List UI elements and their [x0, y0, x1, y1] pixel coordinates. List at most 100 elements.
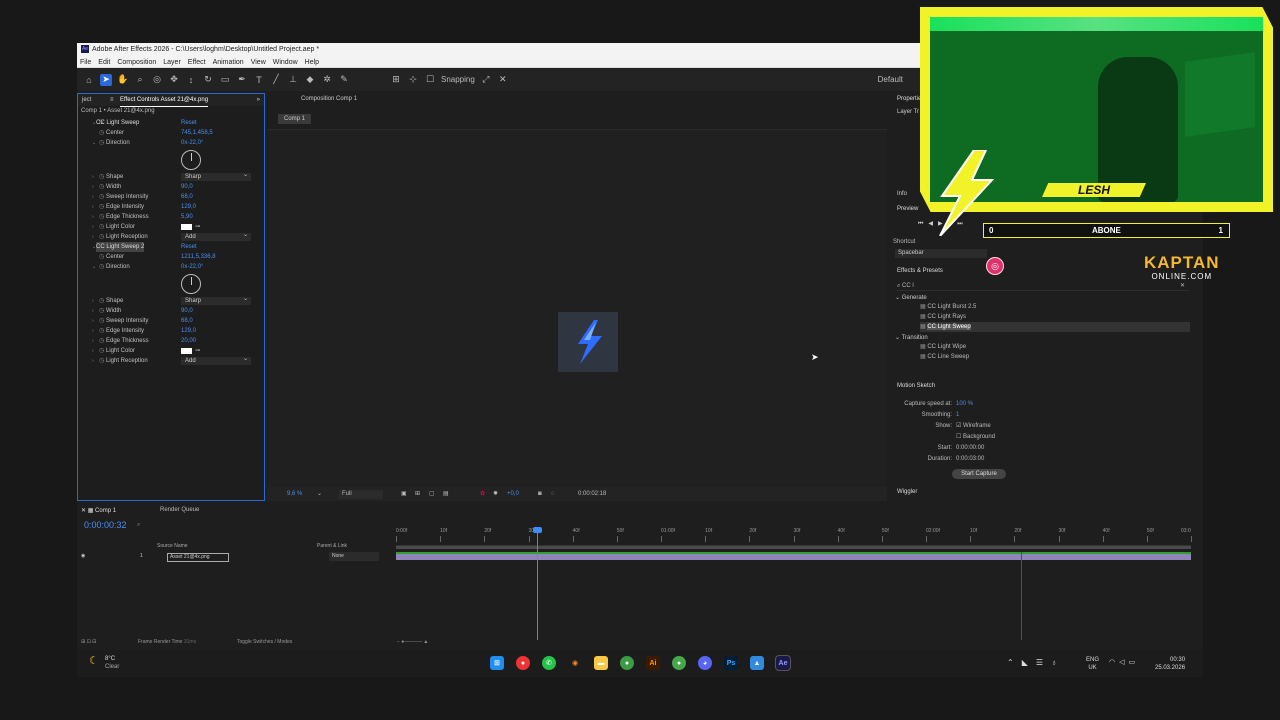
effect-header[interactable]: ⌄fxCC Light Sweep 2Reset [78, 242, 264, 252]
show-snapshot-icon[interactable]: ◌ [551, 487, 555, 501]
layer-duration-bar[interactable] [396, 552, 1191, 560]
puppet-pin-icon[interactable]: ✎ [338, 74, 350, 86]
windows-start-icon[interactable]: ⊞ [490, 656, 504, 670]
eraser-tool-icon[interactable]: ◆ [304, 74, 316, 86]
menu-animation[interactable]: Animation [213, 57, 244, 67]
param-value[interactable]: 90,0 [181, 306, 193, 316]
after-effects-icon[interactable]: Ae [775, 655, 791, 671]
eyedropper-icon[interactable]: ⊸ [195, 346, 200, 356]
first-frame-icon[interactable]: ⏮ [918, 221, 928, 227]
param-value[interactable]: 90,0 [181, 182, 193, 192]
menu-view[interactable]: View [251, 57, 266, 67]
effect-header[interactable]: ⌄ fx CC Light Sweep Reset [78, 118, 264, 128]
param-value[interactable]: 129,0 [181, 202, 196, 212]
clock[interactable]: 00:30 25.03.2026 [1155, 656, 1185, 672]
timeline-tab[interactable]: ✕ ▦ Comp 1 [81, 507, 116, 514]
roto-brush-icon[interactable]: ✲ [321, 74, 333, 86]
composition-viewer[interactable]: ➤ [267, 129, 887, 487]
stopwatch-icon[interactable]: ◷ [99, 192, 104, 202]
menu-effect[interactable]: Effect [188, 57, 206, 67]
param-value[interactable]: 68,0 [181, 316, 193, 326]
settings-icon[interactable]: ✹ [493, 487, 498, 501]
file-explorer-icon[interactable]: ▬ [594, 656, 608, 670]
tray-app-icon[interactable]: ◣ [1022, 658, 1036, 667]
param-value[interactable]: 1211,5,336,8 [181, 252, 216, 262]
comp-timecode[interactable]: 0:00:02:18 [578, 487, 606, 501]
paint-icon[interactable]: ▲ [750, 656, 764, 670]
snap-options-icon[interactable]: ✕ [497, 74, 509, 86]
chrome-profile-icon[interactable]: ● [620, 656, 634, 670]
stopwatch-icon[interactable]: ◷ [99, 182, 104, 192]
axis-icon[interactable]: ⊹ [407, 74, 419, 86]
zoom-dropdown-icon[interactable]: ⌄ [317, 487, 322, 501]
clone-stamp-icon[interactable]: ⊥ [287, 74, 299, 86]
effect-item-selected[interactable]: ▦ CC Light Sweep [920, 322, 1190, 332]
stopwatch-icon[interactable]: ◷ [99, 212, 104, 222]
col-source-name[interactable]: Source Name [157, 543, 188, 549]
resolution-dropdown[interactable]: Full [339, 490, 383, 499]
pan-tool-icon[interactable]: ✥ [168, 74, 180, 86]
param-dropdown[interactable]: Sharp [181, 171, 251, 181]
stopwatch-icon[interactable]: ◷ [99, 172, 104, 182]
zoom-level[interactable]: 9,6 % [287, 487, 302, 501]
menu-layer[interactable]: Layer [163, 57, 181, 67]
discord-icon[interactable]: ◕ [698, 656, 712, 670]
project-tab[interactable]: ject [82, 97, 91, 103]
whatsapp-icon[interactable]: ✆ [542, 656, 556, 670]
param-dropdown[interactable]: Sharp [181, 295, 251, 305]
align-icon[interactable]: ⊞ [390, 74, 402, 86]
menu-composition[interactable]: Composition [117, 57, 156, 67]
home-icon[interactable]: ⌂ [83, 74, 95, 86]
stopwatch-icon[interactable]: ◷ [99, 232, 104, 242]
param-value[interactable]: 745,1,458,5 [181, 128, 213, 138]
chrome-alt-icon[interactable]: ● [672, 656, 686, 670]
chrome-icon[interactable]: ● [516, 656, 530, 670]
param-value[interactable]: 129,0 [181, 326, 196, 336]
network-sound-icons[interactable]: ◠◁▭ [1109, 658, 1139, 666]
exposure-value[interactable]: +0,0 [507, 487, 519, 501]
effects-search[interactable]: ⌕ CC l ✕ [897, 281, 1189, 291]
reset-link[interactable]: Reset [181, 242, 197, 252]
category-transition[interactable]: ⌄ Transition [895, 334, 928, 341]
zoom-tool-icon[interactable]: ⌕ [134, 74, 146, 86]
wireframe-checkbox[interactable]: ☑ Wireframe [956, 421, 991, 432]
reset-link[interactable]: Reset [181, 118, 197, 128]
menu-file[interactable]: File [80, 57, 91, 67]
stopwatch-icon[interactable]: ◷ [99, 336, 104, 346]
blender-icon[interactable]: ◉ [568, 656, 582, 670]
effect-name[interactable]: CC Light Sweep [96, 118, 139, 128]
rectangle-tool-icon[interactable]: ▭ [219, 74, 231, 86]
toggle-switches-button[interactable]: Toggle Switches / Modes [237, 639, 292, 645]
expand-panels-icon[interactable]: » [257, 94, 260, 106]
microphone-icon[interactable]: ♁ [1051, 658, 1065, 667]
clear-search-icon[interactable]: ✕ [1180, 281, 1185, 291]
col-parent-link[interactable]: Parent & Link [317, 543, 347, 549]
time-ruler[interactable]: 0:00f 10f 20f 30f 40f 50f 01:00f 10f 20f 30f 40f 50… [396, 528, 1192, 546]
stopwatch-icon[interactable]: ◷ [99, 252, 104, 262]
brush-tool-icon[interactable]: ╱ [270, 74, 282, 86]
region-icon[interactable]: ▣ [401, 487, 407, 501]
layer-row[interactable]: ◉ 1 Asset 21@4x.png None [77, 552, 392, 562]
param-value[interactable]: 0x-22,0° [181, 138, 203, 148]
stopwatch-icon[interactable]: ◷ [99, 138, 104, 148]
fit-icon[interactable]: ▤ [443, 487, 449, 501]
stopwatch-icon[interactable]: ◷ [99, 222, 104, 232]
snapping-checkbox[interactable]: ☐ [424, 74, 436, 86]
mask-icon[interactable]: ▢ [429, 487, 435, 501]
stopwatch-icon[interactable]: ◷ [99, 306, 104, 316]
param-value[interactable]: 20,00 [181, 336, 196, 346]
color-swatch[interactable] [181, 224, 192, 230]
work-area-end-marker[interactable] [1021, 552, 1022, 640]
stopwatch-icon[interactable]: ◷ [99, 262, 104, 272]
param-value[interactable]: 0x-22,0° [181, 262, 203, 272]
stopwatch-icon[interactable]: ◷ [99, 202, 104, 212]
stopwatch-icon[interactable]: ◷ [99, 316, 104, 326]
photoshop-icon[interactable]: Ps [724, 656, 738, 670]
render-queue-tab[interactable]: Render Queue [160, 507, 199, 513]
effect-item[interactable]: ▦ CC Light Rays [920, 312, 1190, 322]
direction-dial[interactable] [181, 274, 201, 294]
capture-value[interactable]: 100 % [956, 399, 973, 410]
transparency-grid-icon[interactable]: ⊞ [415, 487, 420, 501]
comp-chip[interactable]: Comp 1 [278, 114, 312, 124]
zoom-slider[interactable]: − ●───── ▲ [397, 639, 428, 645]
